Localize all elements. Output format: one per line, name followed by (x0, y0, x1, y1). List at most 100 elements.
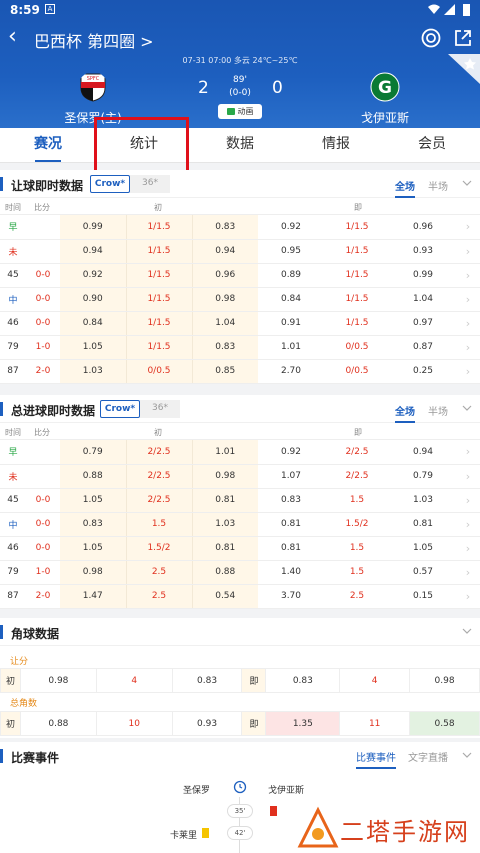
corner-total-row: 初 0.88 10 0.93 即 1.35 11 0.58 (0, 711, 480, 736)
odds-cell: 0.88 (60, 464, 127, 489)
row-score (26, 215, 60, 240)
corners-header: 角球数据 (0, 618, 480, 646)
chevron-right-icon[interactable]: › (456, 215, 480, 240)
full-match-toggle[interactable]: 全场 (395, 178, 415, 198)
main-tabs: 赛况 统计 数据 情报 会员 (0, 128, 480, 163)
chevron-right-icon[interactable]: › (456, 359, 480, 384)
bookmaker-crow-chip[interactable]: Crow* (100, 400, 140, 418)
chevron-down-icon[interactable] (462, 403, 472, 413)
bookmaker-36-chip[interactable]: 36* (140, 400, 180, 418)
tab-intel[interactable]: 情报 (288, 128, 384, 162)
signal-icon (444, 4, 455, 15)
half-match-toggle[interactable]: 半场 (428, 403, 448, 418)
table-row[interactable]: 79 1-0 0.98 2.5 0.88 1.40 1.5 0.57 › (0, 560, 480, 585)
table-row[interactable]: 79 1-0 1.05 1/1.5 0.83 1.01 0/0.5 0.87 › (0, 335, 480, 360)
table-row[interactable]: 87 2-0 1.03 0/0.5 0.85 2.70 0/0.5 0.25 › (0, 359, 480, 384)
tab-member[interactable]: 会员 (384, 128, 480, 162)
share-icon[interactable] (452, 27, 474, 49)
notification-icon: A (45, 4, 55, 14)
totals-header: 总进球即时数据 Crow* 36* 全场 半场 (0, 395, 480, 423)
cell: 0.83 (171, 668, 243, 693)
odds-cell: 1.5 (324, 560, 390, 585)
odds-cell: 1.05 (60, 536, 127, 561)
tab-live[interactable]: 赛况 (0, 128, 96, 162)
col-time: 时间 (5, 203, 21, 212)
full-match-toggle[interactable]: 全场 (395, 403, 415, 423)
away-team[interactable]: G 戈伊亚斯 (330, 72, 440, 126)
odds-cell: 0.92 (258, 440, 324, 465)
totals-table: 早 0.79 2/2.5 1.01 0.92 2/2.5 0.94 › 未 0.88 2/2.5 0.… (0, 440, 480, 609)
col-score: 比分 (34, 428, 50, 437)
odds-cell: 0.81 (192, 488, 258, 513)
table-row[interactable]: 中 0-0 0.83 1.5 1.03 0.81 1.5/2 0.81 › (0, 512, 480, 537)
table-row[interactable]: 中 0-0 0.90 1/1.5 0.98 0.84 1/1.5 1.04 › (0, 287, 480, 312)
chevron-right-icon[interactable]: › (456, 287, 480, 312)
back-icon[interactable]: ‹ (8, 24, 32, 50)
chevron-right-icon[interactable]: › (456, 488, 480, 513)
chevron-right-icon[interactable]: › (456, 335, 480, 360)
odds-cell: 0.96 (390, 215, 456, 240)
odds-cell: 2/2.5 (324, 464, 390, 489)
chevron-right-icon[interactable]: › (456, 464, 480, 489)
chevron-down-icon[interactable] (462, 178, 472, 188)
odds-cell: 0.15 (390, 584, 456, 609)
odds-cell: 0.93 (390, 239, 456, 264)
half-match-toggle[interactable]: 半场 (428, 178, 448, 193)
bookmaker-36-chip[interactable]: 36* (130, 175, 170, 193)
odds-cell: 2/2.5 (126, 464, 193, 489)
chevron-down-icon[interactable] (462, 750, 472, 760)
col-early: 初 (154, 203, 162, 212)
chevron-right-icon[interactable]: › (456, 560, 480, 585)
odds-cell: 1.03 (192, 512, 258, 537)
odds-cell: 0.81 (390, 512, 456, 537)
chevron-right-icon[interactable]: › (456, 584, 480, 609)
table-row[interactable]: 87 2-0 1.47 2.5 0.54 3.70 2.5 0.15 › (0, 584, 480, 609)
odds-cell: 0.92 (258, 215, 324, 240)
totals-title: 总进球即时数据 (11, 404, 96, 418)
chevron-right-icon[interactable]: › (456, 239, 480, 264)
chevron-right-icon[interactable]: › (456, 512, 480, 537)
row-time: 45 (0, 488, 26, 513)
odds-cell: 0.94 (60, 239, 127, 264)
table-row[interactable]: 未 0.88 2/2.5 0.98 1.07 2/2.5 0.79 › (0, 464, 480, 489)
chevron-down-icon[interactable] (462, 626, 472, 636)
col-live: 即 (354, 428, 362, 437)
table-row[interactable]: 未 0.94 1/1.5 0.94 0.95 1/1.5 0.93 › (0, 239, 480, 264)
page-title[interactable]: 巴西杯 第四圈 > (34, 28, 154, 52)
tab-text-live[interactable]: 文字直播 (408, 749, 448, 764)
odds-cell: 0.79 (60, 440, 127, 465)
handicap-subheader: 时间 比分 初 即 (0, 198, 480, 215)
odds-cell: 0.90 (60, 287, 127, 312)
bookmaker-crow-chip[interactable]: Crow* (90, 175, 130, 193)
event-player: 卡莱里 (170, 831, 198, 841)
cell: 0.83 (265, 668, 341, 693)
odds-cell: 2/2.5 (126, 488, 193, 513)
animation-button[interactable]: 动画 (218, 104, 262, 119)
chevron-right-icon[interactable]: › (456, 440, 480, 465)
chevron-right-icon[interactable]: › (456, 311, 480, 336)
chevron-right-icon[interactable]: › (456, 263, 480, 288)
odds-cell: 0.83 (192, 215, 258, 240)
cell: 0.98 (19, 668, 97, 693)
odds-cell: 0.57 (390, 560, 456, 585)
odds-cell: 0.81 (192, 536, 258, 561)
tab-data[interactable]: 数据 (192, 128, 288, 162)
target-icon[interactable] (420, 27, 442, 49)
totals-subheader: 时间 比分 初 即 (0, 423, 480, 440)
odds-cell: 0.89 (258, 263, 324, 288)
cell: 10 (95, 711, 173, 736)
tab-match-events[interactable]: 比赛事件 (356, 749, 396, 769)
table-row[interactable]: 45 0-0 0.92 1/1.5 0.96 0.89 1/1.5 0.99 › (0, 263, 480, 288)
corner-early-label: 初 (0, 711, 21, 736)
row-score: 1-0 (26, 560, 60, 585)
table-row[interactable]: 早 0.79 2/2.5 1.01 0.92 2/2.5 0.94 › (0, 440, 480, 465)
odds-cell: 2/2.5 (324, 440, 390, 465)
table-row[interactable]: 46 0-0 1.05 1.5/2 0.81 0.81 1.5 1.05 › (0, 536, 480, 561)
status-bar: 8:59 A (0, 0, 480, 20)
table-row[interactable]: 45 0-0 1.05 2/2.5 0.81 0.83 1.5 1.03 › (0, 488, 480, 513)
chevron-right-icon[interactable]: › (456, 536, 480, 561)
row-score: 0-0 (26, 488, 60, 513)
table-row[interactable]: 早 0.99 1/1.5 0.83 0.92 1/1.5 0.96 › (0, 215, 480, 240)
odds-cell: 0/0.5 (126, 359, 193, 384)
table-row[interactable]: 46 0-0 0.84 1/1.5 1.04 0.91 1/1.5 0.97 › (0, 311, 480, 336)
